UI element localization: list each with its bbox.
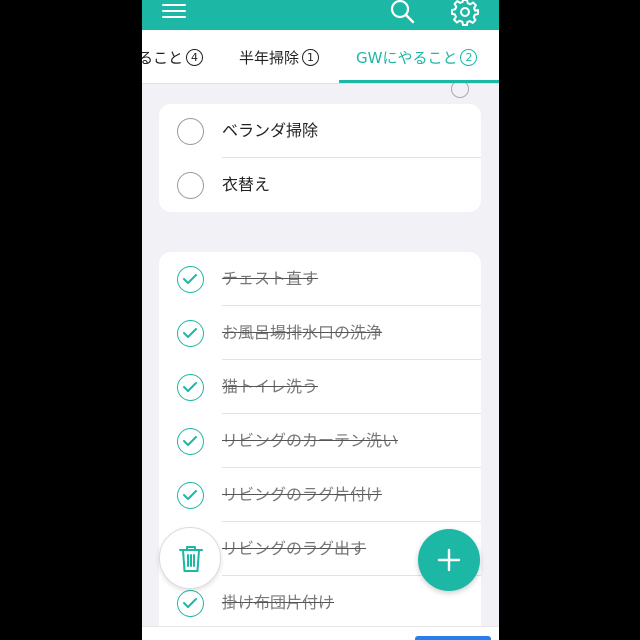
list-item[interactable]: 衣替え <box>159 158 481 212</box>
list-item[interactable]: リビングのカーテン洗い <box>159 414 481 468</box>
checkbox-checked[interactable] <box>177 482 204 509</box>
tab-category-3-active[interactable]: GWにやること 2 <box>356 30 478 84</box>
tab-label: GWにやること <box>356 48 458 67</box>
trash-icon <box>179 546 203 572</box>
add-task-button[interactable] <box>418 529 480 591</box>
active-tab-indicator <box>339 80 499 83</box>
tab-label: ること <box>142 48 184 67</box>
tab-count-badge: 1 <box>302 48 320 66</box>
list-item[interactable]: お風呂場排水口の洗浄 <box>159 306 481 360</box>
checkmark-icon <box>183 328 197 338</box>
list-item[interactable]: 猫トイレ洗う <box>159 360 481 414</box>
checkbox-checked[interactable] <box>177 266 204 293</box>
checkbox-checked[interactable] <box>177 590 204 617</box>
task-label: ベランダ掃除 <box>222 121 319 140</box>
task-label: リビングのラグ出す <box>222 539 367 558</box>
pending-tasks-card: ベランダ掃除 衣替え <box>159 104 481 212</box>
delete-completed-button[interactable] <box>159 527 221 589</box>
checkbox-unchecked[interactable] <box>177 118 204 145</box>
task-label: チェスト直す <box>222 269 319 288</box>
category-tab-bar: ること 4 半年掃除 1 GWにやること 2 <box>142 30 499 84</box>
checkbox-checked[interactable] <box>177 320 204 347</box>
task-label: リビングのカーテン洗い <box>222 431 399 450</box>
search-icon[interactable] <box>389 0 415 24</box>
checkmark-icon <box>183 598 197 608</box>
checkbox-checked[interactable] <box>177 428 204 455</box>
checkmark-icon <box>183 490 197 500</box>
checkmark-icon <box>183 274 197 284</box>
checkmark-icon <box>183 436 197 446</box>
hamburger-menu-icon[interactable] <box>162 4 186 20</box>
task-label: 猫トイレ洗う <box>222 377 319 396</box>
list-item[interactable]: リビングのラグ片付け <box>159 468 481 522</box>
task-label: 衣替え <box>222 175 271 194</box>
checkbox-unchecked[interactable] <box>177 172 204 199</box>
checkmark-icon <box>183 382 197 392</box>
checkbox-checked[interactable] <box>177 374 204 401</box>
task-label: 掛け布団片付け <box>222 593 335 612</box>
tab-count-badge: 4 <box>186 48 204 66</box>
tab-count-badge: 2 <box>460 48 478 66</box>
app-screen: ること 4 半年掃除 1 GWにやること 2 ベランダ掃除 衣替え チェスト直す… <box>142 0 499 640</box>
tab-label: 半年掃除 <box>239 48 300 67</box>
gear-icon[interactable] <box>451 0 479 26</box>
bottom-bar-button[interactable] <box>415 636 491 640</box>
task-label: リビングのラグ片付け <box>222 485 383 504</box>
list-item[interactable]: チェスト直す <box>159 252 481 306</box>
tab-category-1[interactable]: ること 4 <box>142 30 204 84</box>
list-item[interactable]: ベランダ掃除 <box>159 104 481 158</box>
task-label: お風呂場排水口の洗浄 <box>222 323 383 342</box>
app-header <box>142 0 499 30</box>
tab-category-2[interactable]: 半年掃除 1 <box>239 30 320 84</box>
plus-icon <box>437 548 461 572</box>
